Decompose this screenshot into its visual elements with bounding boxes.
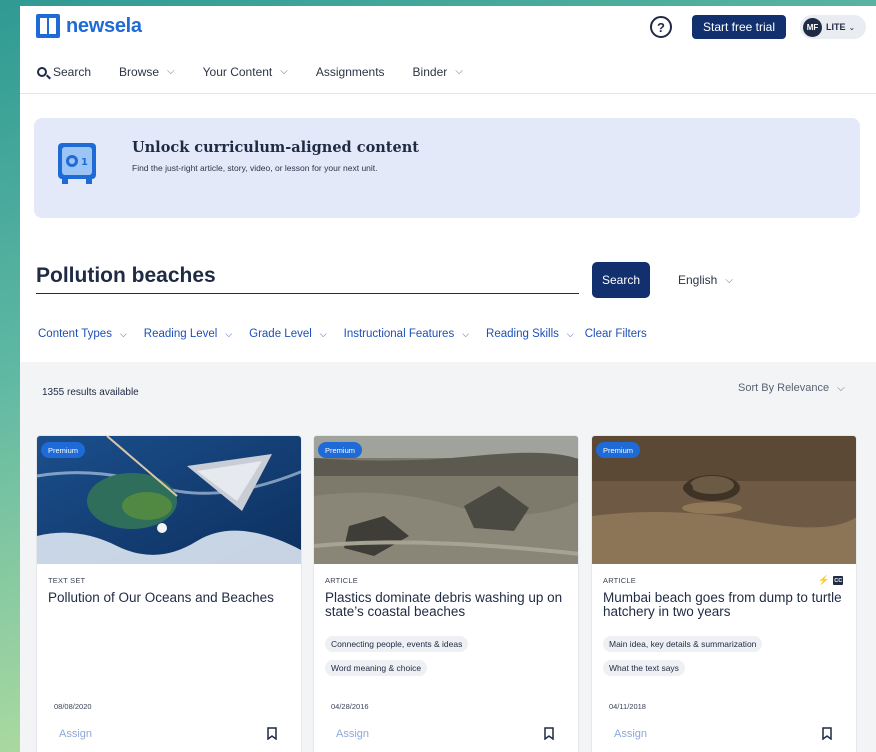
premium-badge: Premium [41, 442, 86, 458]
skill-tag: Connecting people, events & ideas [325, 636, 469, 652]
skill-tag: What the text says [603, 660, 685, 676]
card-type: ARTICLE [325, 576, 358, 585]
filter-label: Instructional Features [343, 328, 455, 340]
user-menu[interactable]: MF LITE ⌄ [800, 15, 866, 39]
avatar: MF [803, 17, 822, 37]
filter-content-types[interactable]: Content Types ⌵ [38, 328, 127, 340]
search-button[interactable]: Search [592, 262, 650, 298]
language-select[interactable]: English ⌵ [678, 273, 733, 287]
card-date: 04/28/2016 [331, 702, 369, 711]
card-title[interactable]: Pollution of Our Oceans and Beaches [48, 591, 292, 605]
search-icon [37, 66, 47, 77]
svg-text:1: 1 [81, 157, 88, 168]
content-card[interactable]: Premium ARTICLE ⚡ CC Mumbai beach goes f… [591, 435, 857, 752]
filter-label: Content Types [38, 328, 112, 340]
card-type: TEXT SET [48, 576, 86, 585]
skill-tag: Word meaning & choice [325, 660, 428, 676]
filter-reading-level[interactable]: Reading Level ⌵ [144, 328, 232, 340]
newsela-logo-icon [36, 14, 60, 38]
results-area: 1355 results available Sort By Relevance… [20, 362, 876, 752]
sort-label: Sort By Relevance [738, 382, 830, 394]
chevron-down-icon: ⌵ [462, 328, 470, 339]
nav-item-label: Binder [412, 64, 448, 79]
chevron-down-icon: ⌵ [280, 66, 288, 77]
content-card[interactable]: Premium TEXT SET Pollution of Our Oceans… [36, 435, 302, 752]
skill-tags: Connecting people, events & ideas Word m… [325, 634, 569, 682]
filter-label: Reading Level [143, 328, 218, 340]
results-count: 1355 results available [42, 387, 139, 398]
card-type: ARTICLE [603, 576, 636, 585]
filter-label: Grade Level [249, 328, 312, 340]
assign-button[interactable]: Assign [336, 728, 369, 740]
chevron-down-icon: ⌵ [119, 328, 127, 339]
nav-assignments[interactable]: Assignments [316, 65, 385, 79]
curriculum-banner[interactable]: 1 Unlock curriculum-aligned content Find… [34, 118, 860, 218]
chevron-down-icon: ⌵ [455, 66, 463, 77]
start-free-trial-button[interactable]: Start free trial [692, 15, 786, 39]
user-plan-label: LITE [826, 22, 846, 32]
skill-tag: Main idea, key details & summarization [603, 636, 763, 652]
top-bar: newsela ? Start free trial MF LITE ⌄ [20, 6, 876, 50]
filter-instructional-features[interactable]: Instructional Features ⌵ [344, 328, 469, 340]
nav-your-content[interactable]: Your Content ⌵ [203, 65, 288, 79]
assign-button[interactable]: Assign [59, 728, 92, 740]
nav-item-label: Browse [119, 64, 160, 79]
filter-grade-level[interactable]: Grade Level ⌵ [249, 328, 326, 340]
newsela-logo[interactable]: newsela [36, 14, 142, 38]
banner-subtitle: Find the just-right article, story, vide… [132, 163, 378, 173]
chevron-down-icon: ⌵ [225, 328, 233, 339]
filter-label: Reading Skills [486, 328, 559, 340]
card-date: 04/11/2018 [609, 702, 646, 711]
lightning-icon: ⚡ [818, 575, 830, 585]
bookmark-icon[interactable] [267, 727, 277, 740]
bookmark-icon[interactable] [544, 727, 554, 740]
skill-tags: Main idea, key details & summarization W… [603, 634, 847, 682]
card-date: 08/08/2020 [54, 702, 92, 711]
nav-search[interactable]: Search [37, 65, 91, 79]
card-feature-icons: ⚡ CC [818, 575, 844, 586]
nav-browse[interactable]: Browse ⌵ [119, 65, 175, 79]
search-query-input[interactable]: Pollution beaches [36, 264, 579, 294]
logo-text: newsela [66, 14, 142, 37]
chevron-down-icon: ⌵ [725, 274, 733, 286]
closed-caption-icon: CC [833, 576, 844, 585]
bookmark-icon[interactable] [822, 727, 832, 740]
nav-search-label: Search [53, 64, 92, 79]
premium-badge: Premium [318, 442, 363, 458]
nav-binder[interactable]: Binder ⌵ [413, 65, 463, 79]
nav-item-label: Assignments [315, 64, 385, 79]
safe-icon: 1 [58, 143, 96, 184]
filter-bar: Content Types ⌵ Reading Level ⌵ Grade Le… [38, 326, 647, 342]
nav-item-label: Your Content [202, 64, 273, 79]
clear-filters-link[interactable]: Clear Filters [585, 328, 647, 340]
card-title[interactable]: Mumbai beach goes from dump to turtle ha… [603, 591, 847, 619]
chevron-down-icon: ⌵ [837, 382, 845, 394]
premium-badge: Premium [596, 442, 641, 458]
help-icon[interactable]: ? [650, 16, 672, 38]
app-window: newsela ? Start free trial MF LITE ⌄ Sea… [20, 6, 876, 752]
chevron-down-icon: ⌵ [566, 328, 574, 339]
chevron-down-icon: ⌵ [167, 66, 175, 77]
language-label: English [678, 273, 718, 287]
chevron-down-icon: ⌵ [319, 328, 327, 339]
banner-title: Unlock curriculum-aligned content [132, 139, 419, 156]
card-title[interactable]: Plastics dominate debris washing up on s… [325, 591, 569, 619]
filter-reading-skills[interactable]: Reading Skills ⌵ [486, 328, 574, 340]
sort-select[interactable]: Sort By Relevance ⌵ [738, 382, 845, 394]
main-nav: Search Browse ⌵ Your Content ⌵ Assignmen… [20, 50, 876, 94]
assign-button[interactable]: Assign [614, 728, 647, 740]
content-card[interactable]: Premium ARTICLE Plastics dominate debris… [313, 435, 579, 752]
chevron-down-icon: ⌄ [848, 22, 856, 32]
